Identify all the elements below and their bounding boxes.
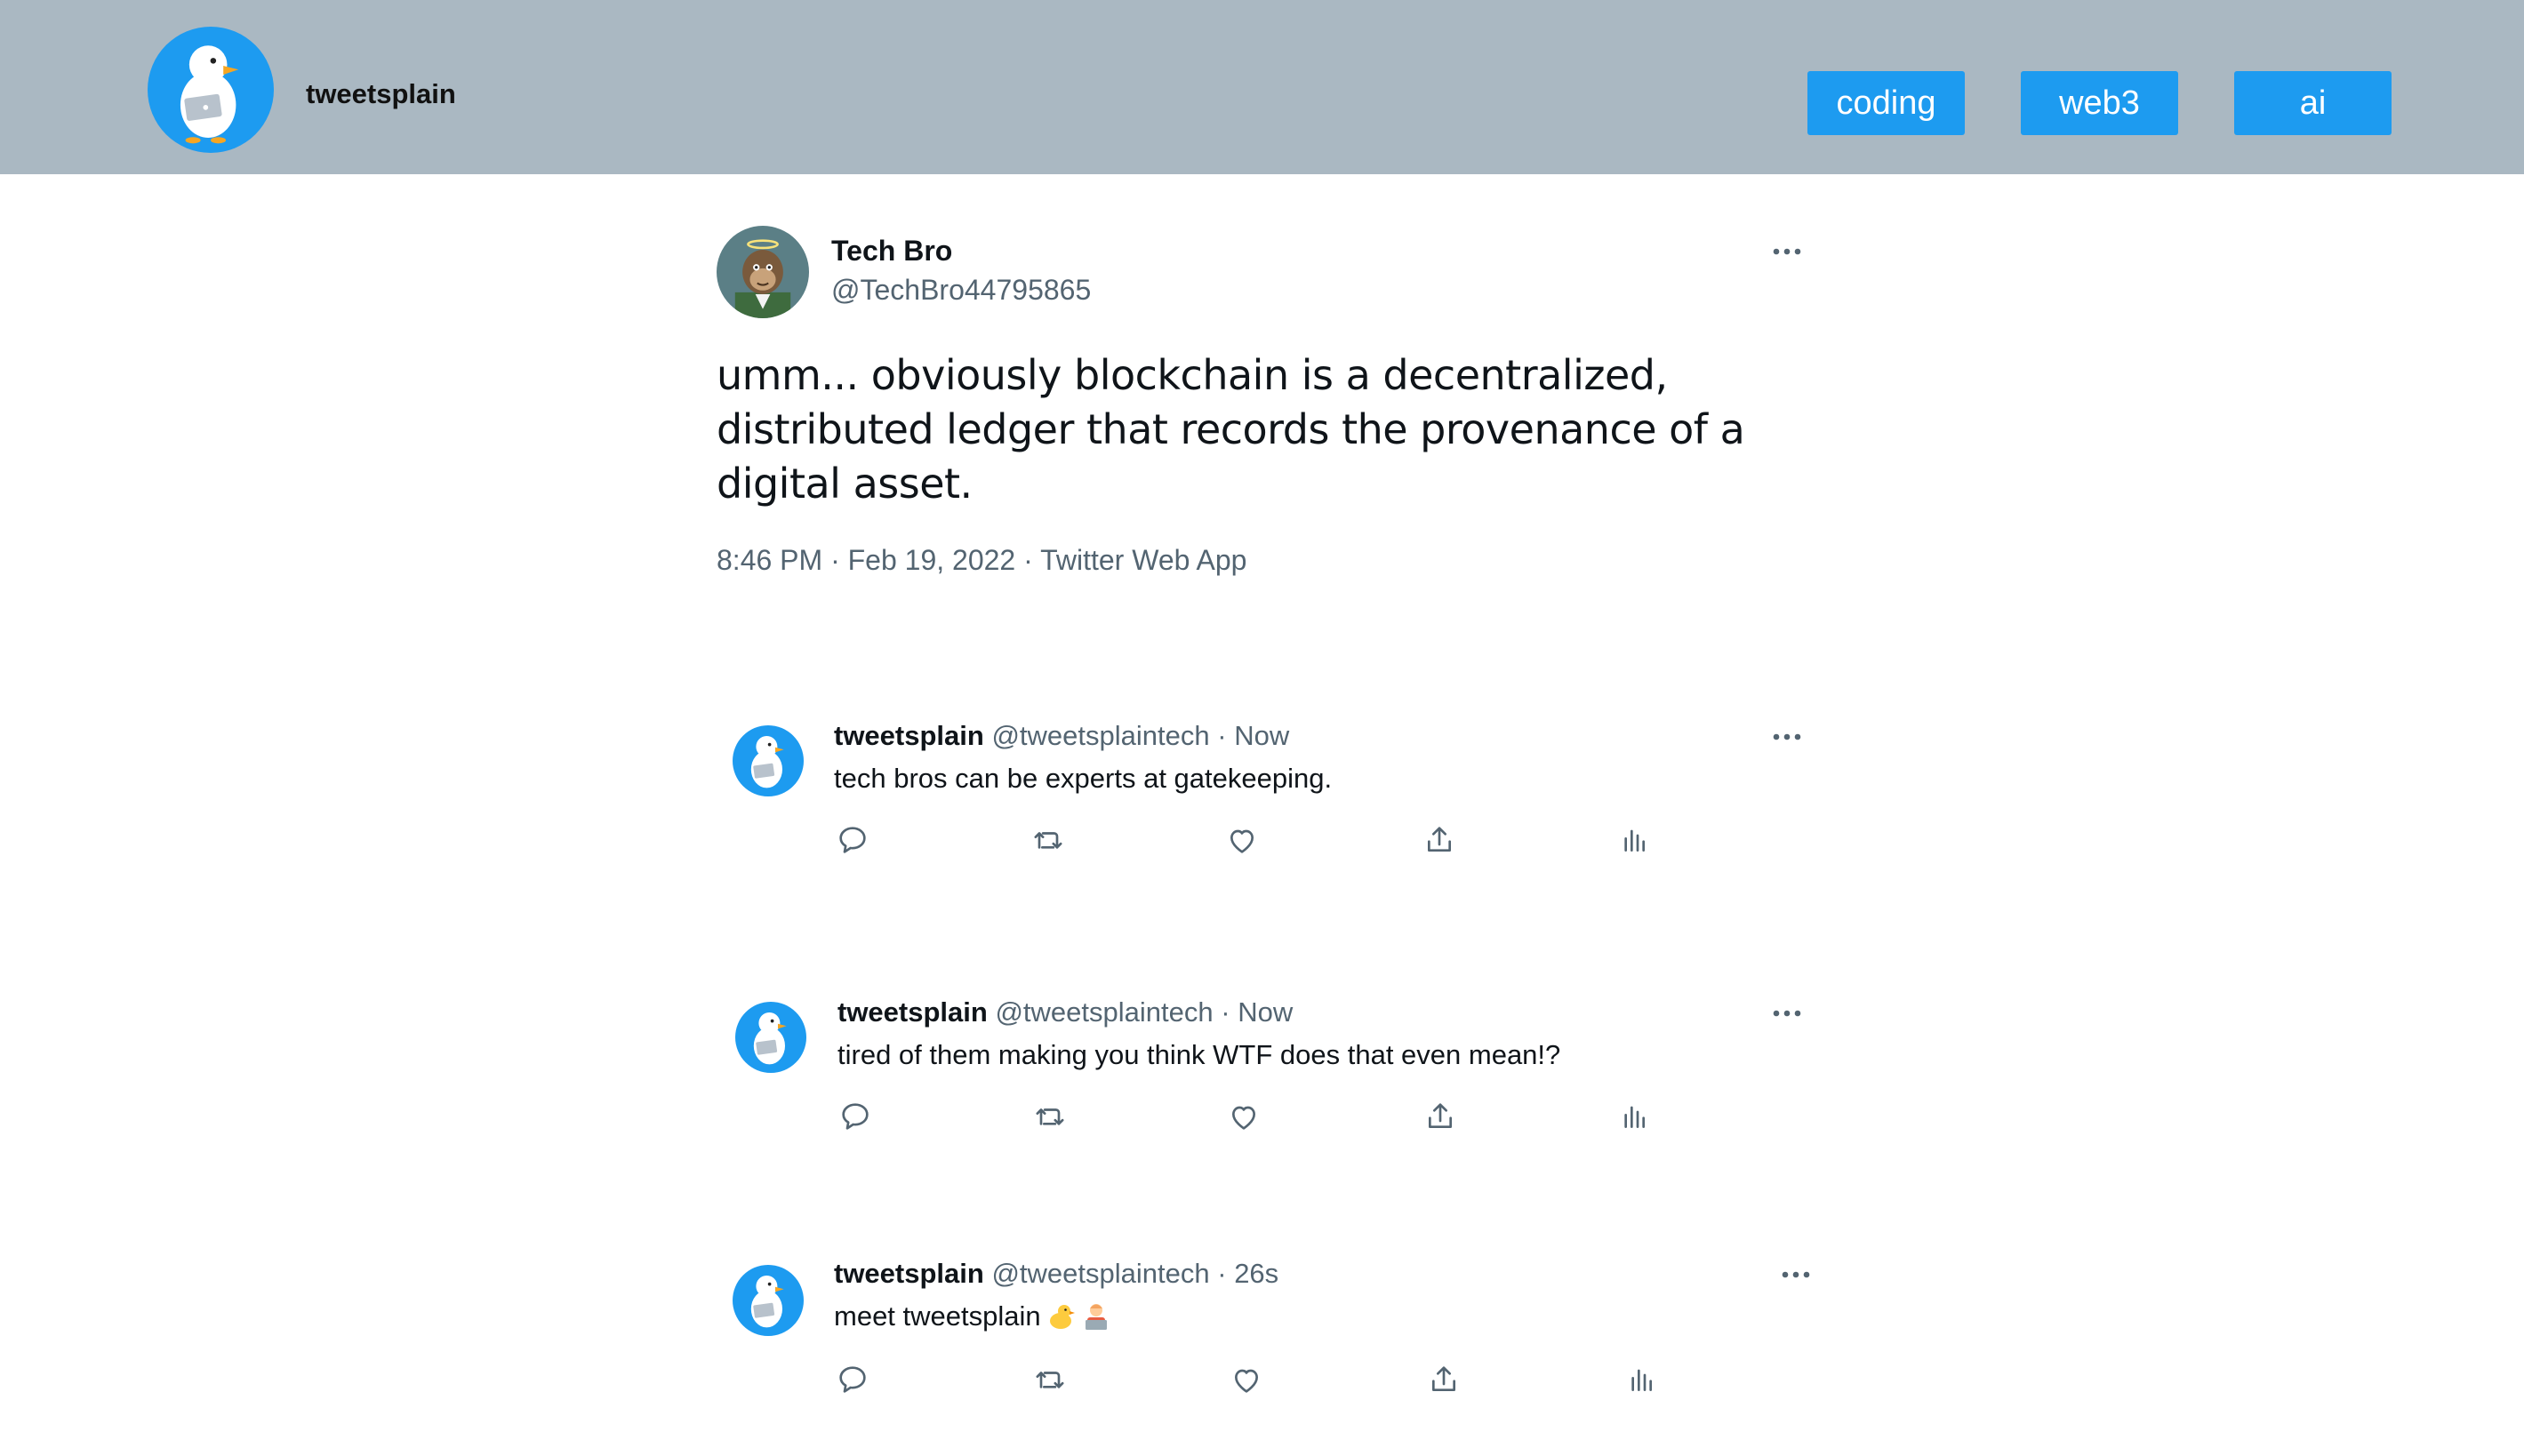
brand-name[interactable]: tweetsplain xyxy=(306,78,456,110)
duck-avatar-icon[interactable] xyxy=(733,725,804,796)
duck-emoji-icon xyxy=(1049,1305,1075,1329)
retweet-icon[interactable] xyxy=(1030,822,1066,858)
separator-dot: · xyxy=(1221,996,1230,1028)
retweet-icon[interactable] xyxy=(1032,1099,1068,1134)
reply-author-name[interactable]: tweetsplain xyxy=(837,996,988,1028)
more-options-icon[interactable] xyxy=(1769,240,1805,263)
analytics-icon[interactable] xyxy=(1623,1362,1658,1397)
reply-icon[interactable] xyxy=(835,1362,870,1397)
analytics-icon[interactable] xyxy=(1615,822,1651,858)
reply-icon[interactable] xyxy=(835,822,870,858)
tweet-meta: 8:46 PM · Feb 19, 2022 · Twitter Web App xyxy=(717,544,1247,576)
share-icon[interactable] xyxy=(1422,1099,1458,1134)
reply-header: tweetsplain @tweetsplaintech · Now xyxy=(834,720,1289,752)
tag-button-coding[interactable]: coding xyxy=(1807,71,1965,135)
duck-avatar-icon[interactable] xyxy=(735,1002,806,1073)
reply-author-handle[interactable]: @tweetsplaintech xyxy=(995,996,1213,1028)
reply-text: meet tweetsplain xyxy=(834,1300,1112,1332)
author-name[interactable]: Tech Bro xyxy=(831,235,952,268)
reply-text-content: meet tweetsplain xyxy=(834,1300,1041,1332)
like-icon[interactable] xyxy=(1226,1099,1262,1134)
reply-header: tweetsplain @tweetsplaintech · Now xyxy=(837,996,1293,1028)
analytics-icon[interactable] xyxy=(1615,1099,1651,1134)
reply-text: tech bros can be experts at gatekeeping. xyxy=(834,763,1333,794)
technologist-emoji-icon xyxy=(1085,1304,1107,1330)
reply-author-name[interactable]: tweetsplain xyxy=(834,1258,984,1289)
like-icon[interactable] xyxy=(1229,1362,1264,1397)
reply-author-name[interactable]: tweetsplain xyxy=(834,720,984,751)
separator-dot: · xyxy=(1217,720,1227,751)
reply-header: tweetsplain @tweetsplaintech · 26s xyxy=(834,1258,1278,1290)
like-icon[interactable] xyxy=(1224,822,1260,858)
more-options-icon[interactable] xyxy=(1769,725,1805,748)
tag-button-web3[interactable]: web3 xyxy=(2021,71,2178,135)
reply-author-handle[interactable]: @tweetsplaintech xyxy=(991,1258,1209,1289)
tweet-text: umm... obviously blockchain is a decentr… xyxy=(717,351,1745,508)
reply-author-handle[interactable]: @tweetsplaintech xyxy=(991,720,1209,751)
reply-text: tired of them making you think WTF does … xyxy=(837,1039,1561,1070)
more-options-icon[interactable] xyxy=(1769,1002,1805,1025)
separator-dot: · xyxy=(1217,1258,1227,1289)
retweet-icon[interactable] xyxy=(1032,1362,1068,1397)
duck-logo-icon[interactable] xyxy=(148,27,274,153)
reply-time[interactable]: Now xyxy=(1238,996,1293,1028)
reply-time[interactable]: 26s xyxy=(1234,1258,1278,1289)
duck-avatar-icon[interactable] xyxy=(733,1265,804,1336)
share-icon[interactable] xyxy=(1426,1362,1462,1397)
reply-time[interactable]: Now xyxy=(1234,720,1289,751)
more-options-icon[interactable] xyxy=(1778,1263,1814,1286)
reply-icon[interactable] xyxy=(837,1099,873,1134)
ape-avatar-icon[interactable] xyxy=(717,226,809,318)
share-icon[interactable] xyxy=(1422,822,1457,858)
tag-button-ai[interactable]: ai xyxy=(2234,71,2392,135)
top-header: tweetsplain coding web3 ai xyxy=(0,0,2524,174)
author-handle[interactable]: @TechBro44795865 xyxy=(831,274,1091,307)
